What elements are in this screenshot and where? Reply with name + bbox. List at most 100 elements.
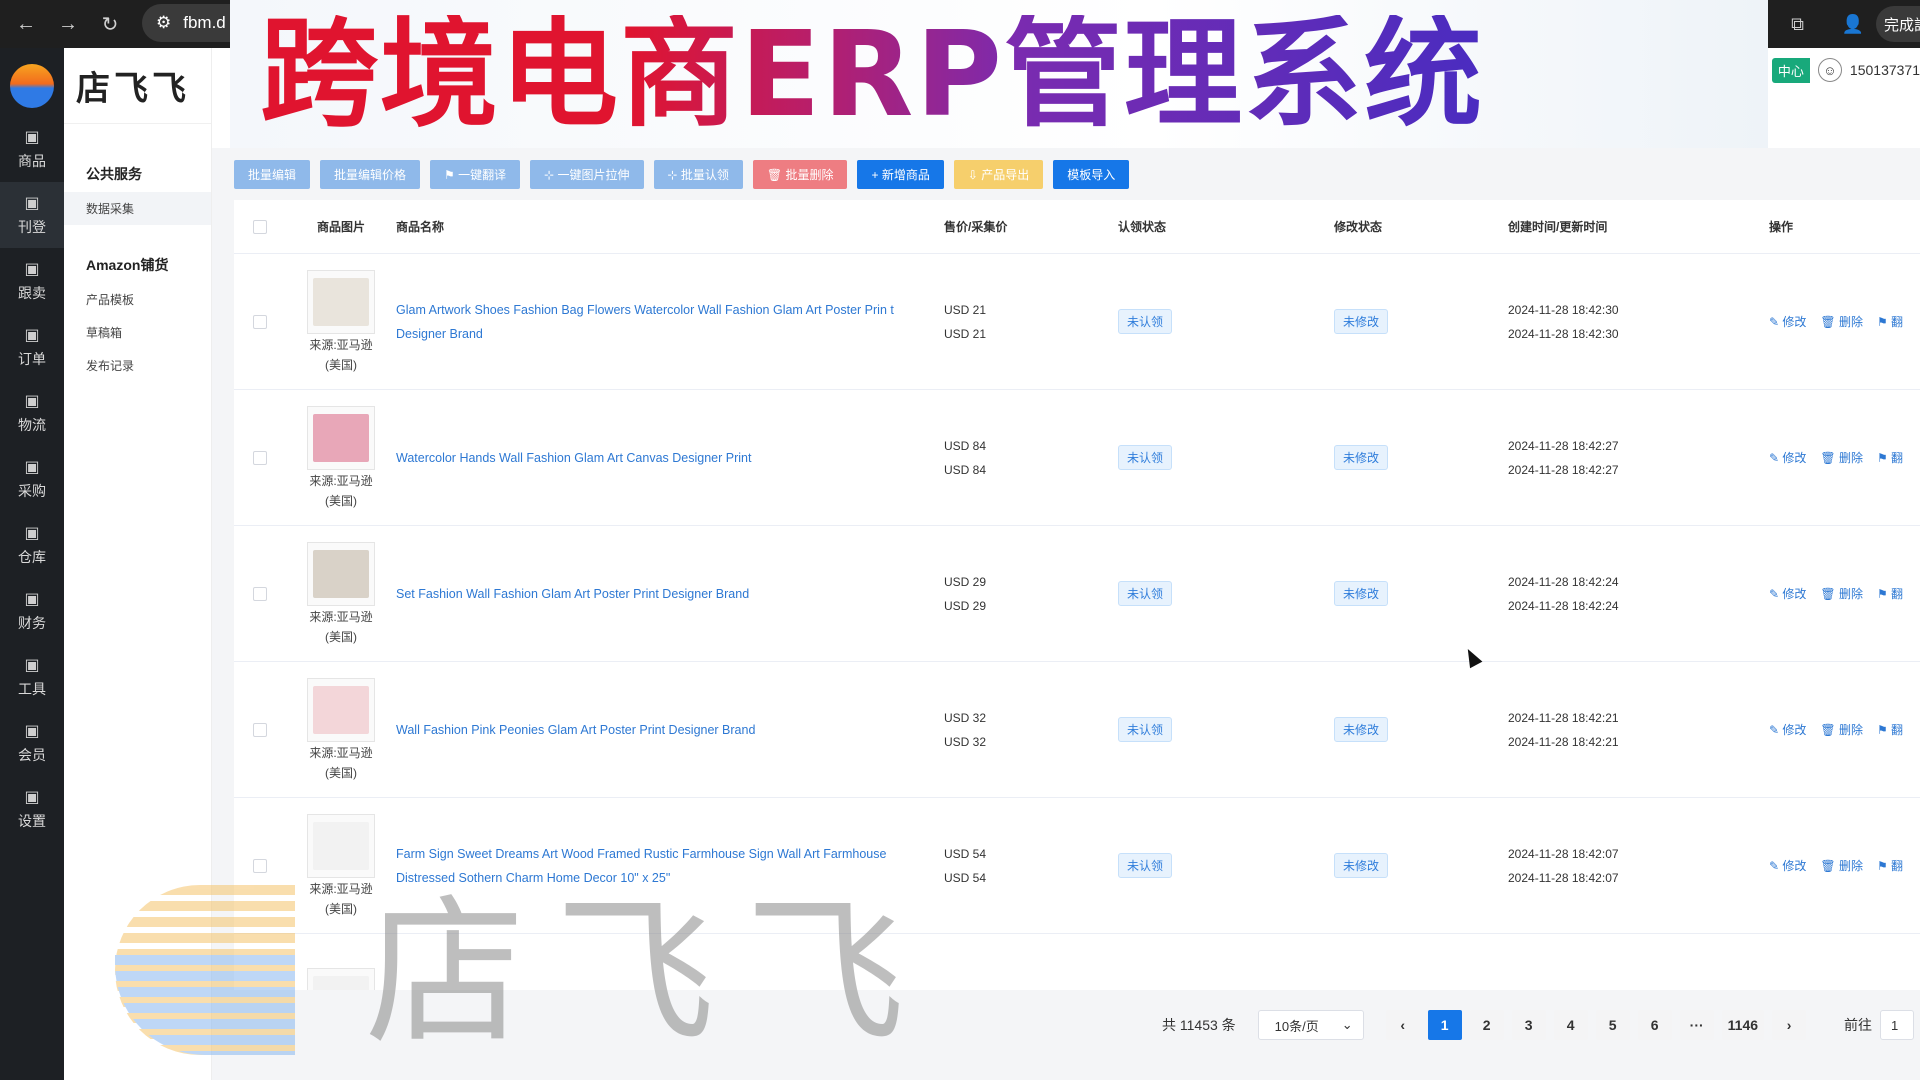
rail-item-2[interactable]: ▣ 跟卖 — [0, 248, 64, 314]
product-name-link[interactable]: Watercolor Hands Wall Fashion Glam Art C… — [396, 446, 926, 470]
row-checkbox[interactable] — [253, 450, 267, 465]
sidebar-group-amazon: Amazon铺货 — [86, 257, 169, 273]
sidebar-item-data-collection[interactable]: 数据采集 — [64, 192, 211, 225]
finance-icon: ▣ — [24, 591, 40, 608]
modify-status-badge: 未修改 — [1334, 853, 1389, 878]
rail-item-4[interactable]: ▣ 物流 — [0, 380, 64, 446]
doc-icon: ▣ — [24, 261, 40, 278]
toolbar-button-5[interactable]: 🗑 批量删除 — [752, 160, 848, 189]
product-name-link[interactable]: Glam Artwork Shoes Fashion Bag Flowers W… — [396, 298, 926, 346]
sale-price: USD 29 — [944, 574, 987, 589]
edit-link[interactable]: ✎ 修改 — [1769, 857, 1806, 874]
rail-item-1[interactable]: ▣ 刊登 — [0, 182, 64, 248]
product-thumbnail[interactable] — [307, 269, 375, 334]
toolbar-button-6[interactable]: + 新增商品 — [857, 160, 944, 189]
delete-link[interactable]: 🗑 删除 — [1820, 721, 1863, 738]
table-row: 来源:亚马逊 (美国) Set Fashion Wall Fashion Gla… — [234, 526, 1920, 662]
prev-page-button[interactable]: ‹ — [1385, 1010, 1420, 1040]
user-phone[interactable]: 150137371 — [1850, 62, 1920, 78]
center-tag[interactable]: 中心 — [1771, 57, 1810, 83]
translate-link[interactable]: ⚑ 翻 — [1877, 449, 1903, 466]
back-icon[interactable]: ← — [10, 8, 42, 40]
product-table: 商品图片 商品名称 售价/采集价 认领状态 修改状态 创建时间/更新时间 操作 … — [234, 200, 1920, 990]
rail-item-9[interactable]: ▣ 会员 — [0, 710, 64, 776]
toolbar-button-0[interactable]: 批量编辑 — [234, 160, 311, 189]
edit-link[interactable]: ✎ 修改 — [1769, 721, 1806, 738]
row-checkbox[interactable] — [253, 314, 267, 329]
edit-link[interactable]: ✎ 修改 — [1769, 585, 1806, 602]
avatar[interactable]: ☺ — [1817, 58, 1842, 82]
translate-link[interactable]: ⚑ 翻 — [1877, 585, 1903, 602]
sidebar-item-product-template[interactable]: 产品模板 — [64, 283, 211, 316]
edit-link[interactable]: ✎ 修改 — [1769, 313, 1806, 330]
app-logo[interactable] — [10, 64, 54, 108]
reload-icon[interactable]: ↻ — [94, 8, 126, 40]
goto-page-input[interactable]: 1 — [1880, 1010, 1915, 1040]
toolbar-button-4[interactable]: ⊹ 批量认领 — [653, 160, 743, 189]
profile-icon[interactable]: 👤 — [1842, 6, 1864, 42]
per-page-select[interactable]: 10条/页 ⌄ — [1257, 1010, 1364, 1040]
product-thumbnail[interactable] — [307, 405, 375, 470]
home-icon: ▣ — [24, 393, 40, 410]
collect-price: USD 54 — [944, 870, 987, 885]
page-button-0[interactable]: 1 — [1427, 1010, 1462, 1040]
action-toolbar: 批量编辑 批量编辑价格 ⚑ 一键翻译 ⊹ 一键图片拉伸 ⊹ 批量认领 🗑 批量删除 + 新增… — [234, 160, 1130, 189]
rail-item-label: 跟卖 — [18, 285, 46, 301]
product-thumbnail[interactable] — [307, 541, 375, 606]
product-name-link[interactable]: Farm Sign Stay Awhile Art Wood Framed Ru… — [396, 990, 926, 991]
sidebar-item-drafts[interactable]: 草稿箱 — [64, 316, 211, 349]
product-thumbnail[interactable] — [307, 813, 375, 878]
rail-item-3[interactable]: ▣ 订单 — [0, 314, 64, 380]
translate-link[interactable]: ⚑ 翻 — [1877, 857, 1903, 874]
delete-link[interactable]: 🗑 删除 — [1820, 857, 1863, 874]
row-checkbox[interactable] — [253, 858, 267, 873]
page-button-5[interactable]: 6 — [1637, 1010, 1672, 1040]
translate-link[interactable]: ⚑ 翻 — [1877, 313, 1903, 330]
extensions-icon[interactable]: ⧉ — [1791, 6, 1804, 42]
forward-icon[interactable]: → — [52, 8, 84, 40]
rail-item-label: 刊登 — [18, 219, 46, 235]
site-settings-icon[interactable]: ⚙ — [156, 13, 171, 33]
modify-status-badge: 未修改 — [1334, 581, 1389, 606]
rail-item-5[interactable]: ▣ 采购 — [0, 446, 64, 512]
product-thumbnail[interactable] — [307, 677, 375, 742]
rail-item-7[interactable]: ▣ 财务 — [0, 578, 64, 644]
product-name-link[interactable]: Wall Fashion Pink Peonies Glam Art Poste… — [396, 718, 926, 742]
rail-item-6[interactable]: ▣ 仓库 — [0, 512, 64, 578]
toolbar-button-1[interactable]: 批量编辑价格 — [320, 160, 421, 189]
pagination: 共 11453 条 10条/页 ⌄ ‹ 1 2 3 4 5 6 ··· 1146 › 前往 1 — [1162, 1010, 1915, 1040]
page-button-1[interactable]: 2 — [1469, 1010, 1504, 1040]
toolbar-button-8[interactable]: 模板导入 — [1053, 160, 1130, 189]
toolbar-button-2[interactable]: ⚑ 一键翻译 — [430, 160, 521, 189]
rail-item-label: 商品 — [18, 153, 46, 169]
collect-price: USD 29 — [944, 598, 987, 613]
page-button-2[interactable]: 3 — [1511, 1010, 1546, 1040]
col-price: 售价/采集价 — [944, 219, 1008, 234]
next-page-button[interactable]: › — [1772, 1010, 1807, 1040]
rail-item-0[interactable]: ▣ 商品 — [0, 116, 64, 182]
product-name-link[interactable]: Set Fashion Wall Fashion Glam Art Poster… — [396, 582, 926, 606]
page-button-6[interactable]: ··· — [1679, 1010, 1714, 1040]
product-region: (美国) — [325, 901, 357, 916]
delete-link[interactable]: 🗑 删除 — [1820, 585, 1863, 602]
edit-link[interactable]: ✎ 修改 — [1769, 449, 1806, 466]
product-name-link[interactable]: Farm Sign Sweet Dreams Art Wood Framed R… — [396, 842, 926, 890]
row-checkbox[interactable] — [253, 722, 267, 737]
rail-item-label: 财务 — [18, 615, 46, 631]
page-button-4[interactable]: 5 — [1595, 1010, 1630, 1040]
delete-link[interactable]: 🗑 删除 — [1820, 313, 1863, 330]
page-button-3[interactable]: 4 — [1553, 1010, 1588, 1040]
product-thumbnail[interactable] — [307, 967, 375, 990]
row-checkbox[interactable] — [253, 586, 267, 601]
select-all-checkbox[interactable] — [253, 219, 267, 234]
done-button[interactable]: 完成設 — [1876, 6, 1920, 42]
toolbar-button-3[interactable]: ⊹ 一键图片拉伸 — [530, 160, 644, 189]
rail-item-8[interactable]: ▣ 工具 — [0, 644, 64, 710]
delete-link[interactable]: 🗑 删除 — [1820, 449, 1863, 466]
rail-item-10[interactable]: ▣ 设置 — [0, 776, 64, 842]
toolbar-button-7[interactable]: ⇩ 产品导出 — [953, 160, 1044, 189]
translate-link[interactable]: ⚑ 翻 — [1877, 721, 1903, 738]
sidebar-item-publish-records[interactable]: 发布记录 — [64, 349, 211, 382]
page-button-7[interactable]: 1146 — [1721, 1010, 1765, 1040]
table-row: Farm Sign Stay Awhile Art Wood Framed Ru… — [234, 934, 1920, 990]
